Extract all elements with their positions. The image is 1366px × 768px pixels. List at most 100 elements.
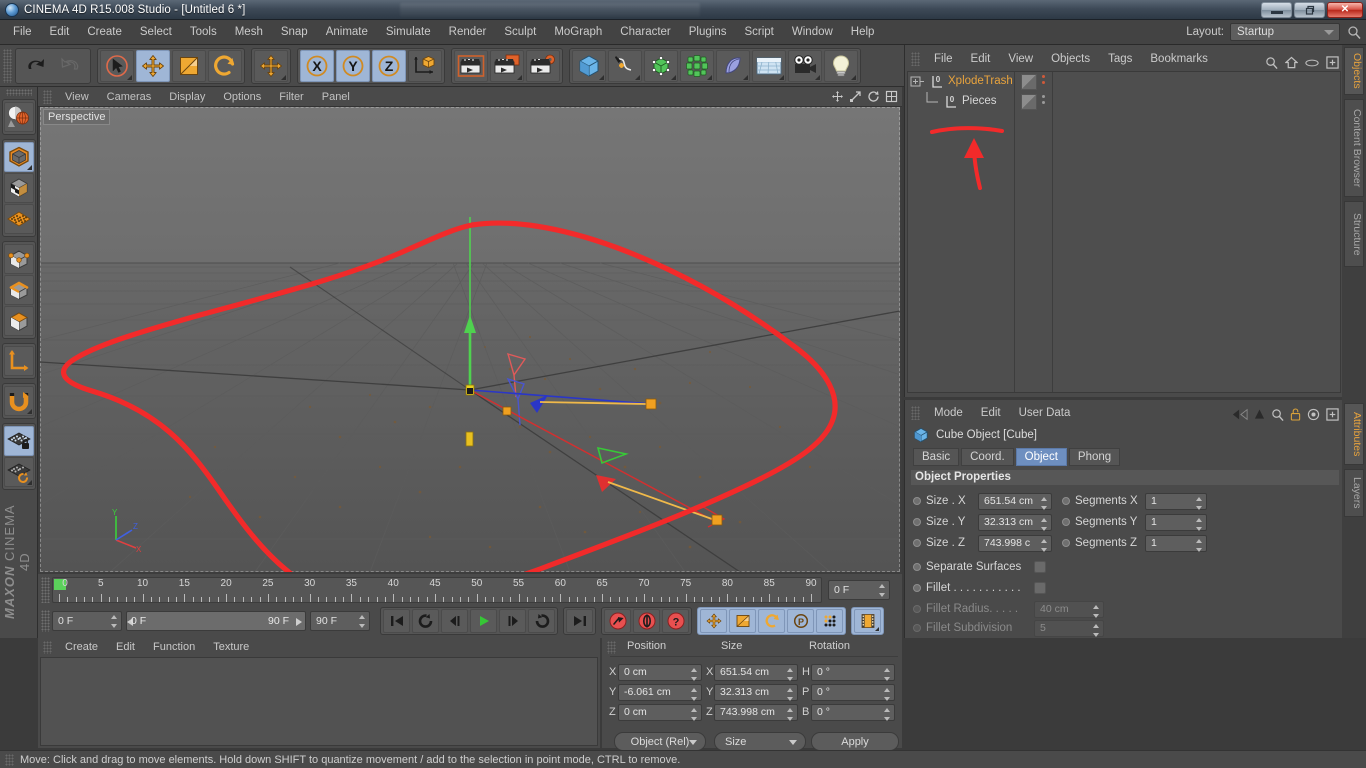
add-camera-button[interactable]	[788, 49, 822, 82]
frame-field[interactable]: 0 F	[52, 611, 122, 631]
checkbox-toggle[interactable]	[1034, 582, 1046, 594]
size-field-z[interactable]: 743.998 cm	[714, 703, 798, 721]
visibility-dots[interactable]	[1042, 95, 1046, 107]
points-mode-button[interactable]	[3, 244, 34, 274]
scale-tool-button[interactable]	[172, 49, 206, 82]
new-tab-icon[interactable]	[1326, 56, 1339, 69]
stepper-icon[interactable]	[1196, 496, 1203, 510]
checkbox-toggle[interactable]	[1034, 561, 1046, 573]
status-bar-grip[interactable]	[5, 753, 14, 766]
visibility-toggle-icon[interactable]	[1021, 74, 1037, 90]
stepper-icon[interactable]	[1196, 538, 1203, 552]
add-spline-button[interactable]	[608, 49, 642, 82]
interactive-render-region-button[interactable]	[3, 102, 34, 132]
tab-structure[interactable]: Structure	[1344, 201, 1364, 267]
material-menu-function[interactable]: Function	[144, 638, 204, 657]
axis-y-button[interactable]: Y	[336, 49, 370, 82]
rotate-camera-icon[interactable]	[867, 90, 880, 103]
menu-mesh[interactable]: Mesh	[226, 20, 272, 45]
go-to-end-button[interactable]	[566, 609, 593, 633]
menu-create[interactable]: Create	[78, 20, 131, 45]
stepper-icon[interactable]	[691, 707, 698, 721]
stepper-icon[interactable]	[691, 687, 698, 701]
object-row[interactable]: 0 XplodeTrash	[908, 72, 1340, 92]
attrmgr-menu-edit[interactable]: Edit	[972, 403, 1010, 423]
objectmgr-menu-bookmarks[interactable]: Bookmarks	[1141, 49, 1217, 69]
range-right-arrow-icon[interactable]	[296, 618, 302, 626]
previous-frame-button[interactable]	[441, 609, 468, 633]
attr-tab-object[interactable]: Object	[1015, 448, 1067, 466]
viewport-menu-filter[interactable]: Filter	[270, 87, 312, 107]
menu-mograph[interactable]: MoGraph	[545, 20, 611, 45]
live-selection-button[interactable]	[100, 49, 134, 82]
restore-button[interactable]	[1294, 2, 1325, 18]
search-icon[interactable]	[1347, 25, 1361, 39]
back-arrow-icon[interactable]	[1232, 408, 1248, 421]
object-tree[interactable]: 0 XplodeTrash 0 Pieces	[907, 71, 1341, 393]
property-input-segments[interactable]: 1	[1145, 513, 1207, 531]
rotation-field-p[interactable]: 0 °	[811, 683, 895, 701]
end-frame-field[interactable]: 90 F	[310, 611, 370, 631]
undo-button[interactable]	[18, 50, 52, 82]
minimize-button[interactable]	[1261, 2, 1292, 18]
coord-mode-dropdown[interactable]: Object (Rel)	[614, 732, 706, 751]
timeline-ruler[interactable]: 0 5 10 15 20 25 30 35 40 45 50 55 60 65 70 75 80 85 90	[52, 577, 822, 603]
add-bend-deformer-button[interactable]	[716, 49, 750, 82]
enable-axis-modification-button[interactable]	[3, 346, 34, 376]
stepper-icon[interactable]	[1041, 517, 1048, 531]
editor-visibility-dot[interactable]	[1042, 95, 1045, 98]
current-frame-field[interactable]: 0 F	[828, 580, 890, 600]
material-manager-grip[interactable]	[43, 641, 52, 654]
property-marker-icon[interactable]	[913, 563, 921, 571]
menu-script[interactable]: Script	[735, 20, 782, 45]
new-tab-icon[interactable]	[1326, 408, 1339, 421]
redo-button[interactable]	[54, 50, 88, 82]
objectmgr-menu-objects[interactable]: Objects	[1042, 49, 1099, 69]
move-camera-icon[interactable]	[831, 90, 844, 103]
menu-snap[interactable]: Snap	[272, 20, 317, 45]
play-forwards-button[interactable]	[470, 609, 497, 633]
viewport-menu-display[interactable]: Display	[160, 87, 214, 107]
material-menu-texture[interactable]: Texture	[204, 638, 258, 657]
enable-snapping-button[interactable]	[3, 386, 34, 416]
play-backwards-button[interactable]	[412, 609, 439, 633]
stepper-icon[interactable]	[884, 687, 891, 701]
objectmgr-menu-view[interactable]: View	[999, 49, 1042, 69]
target-icon[interactable]	[1307, 408, 1320, 421]
lock-icon[interactable]	[1290, 408, 1301, 421]
up-arrow-icon[interactable]	[1254, 408, 1265, 421]
position-field-z[interactable]: 0 cm	[618, 703, 702, 721]
attrmgr-menu-user-data[interactable]: User Data	[1010, 403, 1080, 423]
menu-select[interactable]: Select	[131, 20, 181, 45]
menu-character[interactable]: Character	[611, 20, 680, 45]
add-nurbs-button[interactable]	[644, 49, 678, 82]
timeline-controls-grip[interactable]	[41, 610, 50, 632]
property-input-size[interactable]: 651.54 cm	[978, 492, 1052, 510]
texture-mode-button[interactable]	[3, 204, 34, 234]
segments-marker-icon[interactable]	[1062, 518, 1070, 526]
make-editable-button[interactable]	[3, 142, 34, 172]
stepper-icon[interactable]	[1041, 496, 1048, 510]
menu-animate[interactable]: Animate	[317, 20, 377, 45]
attrmgr-menu-mode[interactable]: Mode	[925, 403, 972, 423]
menu-plugins[interactable]: Plugins	[680, 20, 736, 45]
search-icon[interactable]	[1271, 408, 1284, 421]
property-marker-icon[interactable]	[913, 539, 921, 547]
maximize-viewport-icon[interactable]	[885, 90, 898, 103]
end-frame-stepper-icon[interactable]	[359, 615, 366, 628]
add-light-button[interactable]	[824, 49, 858, 82]
objectmgr-menu-edit[interactable]: Edit	[962, 49, 1000, 69]
material-list-area[interactable]	[40, 657, 598, 746]
animation-mode-button[interactable]	[854, 609, 881, 633]
scale-key-button[interactable]	[729, 609, 756, 633]
rotate-tool-button[interactable]	[208, 49, 242, 82]
attr-tab-phong[interactable]: Phong	[1068, 448, 1121, 466]
stepper-icon[interactable]	[787, 667, 794, 681]
stepper-icon[interactable]	[787, 707, 794, 721]
tab-content-browser[interactable]: Content Browser	[1344, 99, 1364, 197]
pla-key-button[interactable]: P	[787, 609, 814, 633]
visibility-toggle-icon[interactable]	[1021, 94, 1037, 110]
frame-field-stepper-icon[interactable]	[111, 615, 118, 628]
position-field-x[interactable]: 0 cm	[618, 663, 702, 681]
add-cube-button[interactable]	[572, 49, 606, 82]
